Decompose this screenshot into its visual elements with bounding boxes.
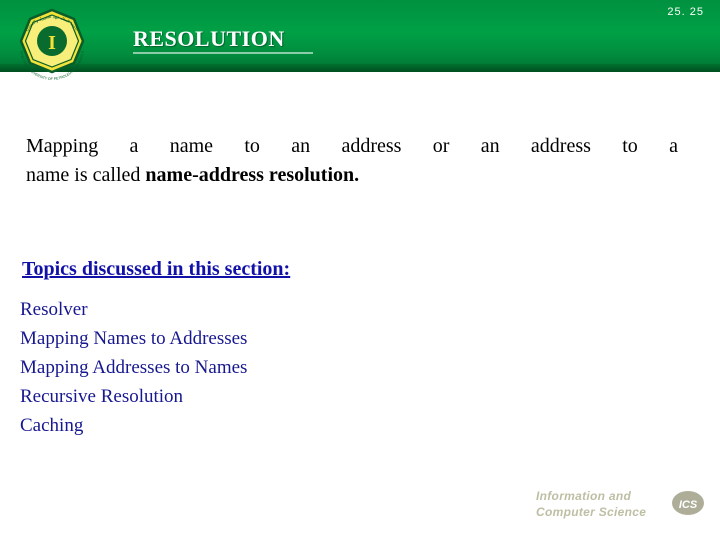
university-logo: I جامعة الملك فهد للبترول والمعادن KING … [8,6,96,84]
statement-line-2-emphasis: name-address resolution. [145,164,360,186]
topics-list: Resolver Mapping Names to Addresses Mapp… [20,296,247,440]
list-item: Mapping Names to Addresses [20,327,248,349]
slide-number: 25. 25 [667,6,704,18]
list-item: Mapping Addresses to Names [20,356,248,378]
svg-text:I: I [48,32,56,54]
statement-line-2-prefix: name is called [26,164,146,186]
resolution-statement: Mapping a name to an address or an addre… [26,132,678,190]
department-logo-text: Information and Computer Science [536,488,646,520]
page-title: RESOLUTION [133,26,285,51]
topics-heading: Topics discussed in this section: [22,258,291,280]
title-underline [133,52,313,54]
department-logo-line-2: Computer Science [536,505,647,520]
header-band-shadow [0,64,720,72]
statement-line-1: Mapping a name to an address or an addre… [26,135,678,157]
department-logo-line-1: Information and [536,489,632,503]
list-item: Recursive Resolution [20,385,184,407]
svg-text:ICS: ICS [679,499,698,511]
list-item: Caching [20,414,84,436]
slide-header-band [0,0,720,72]
list-item: Resolver [20,299,88,320]
ics-badge-icon: ICS [670,488,706,518]
department-logo: Information and Computer Science ICS [536,486,706,526]
statement-line-2: name is called name-address resolution. [26,161,678,190]
